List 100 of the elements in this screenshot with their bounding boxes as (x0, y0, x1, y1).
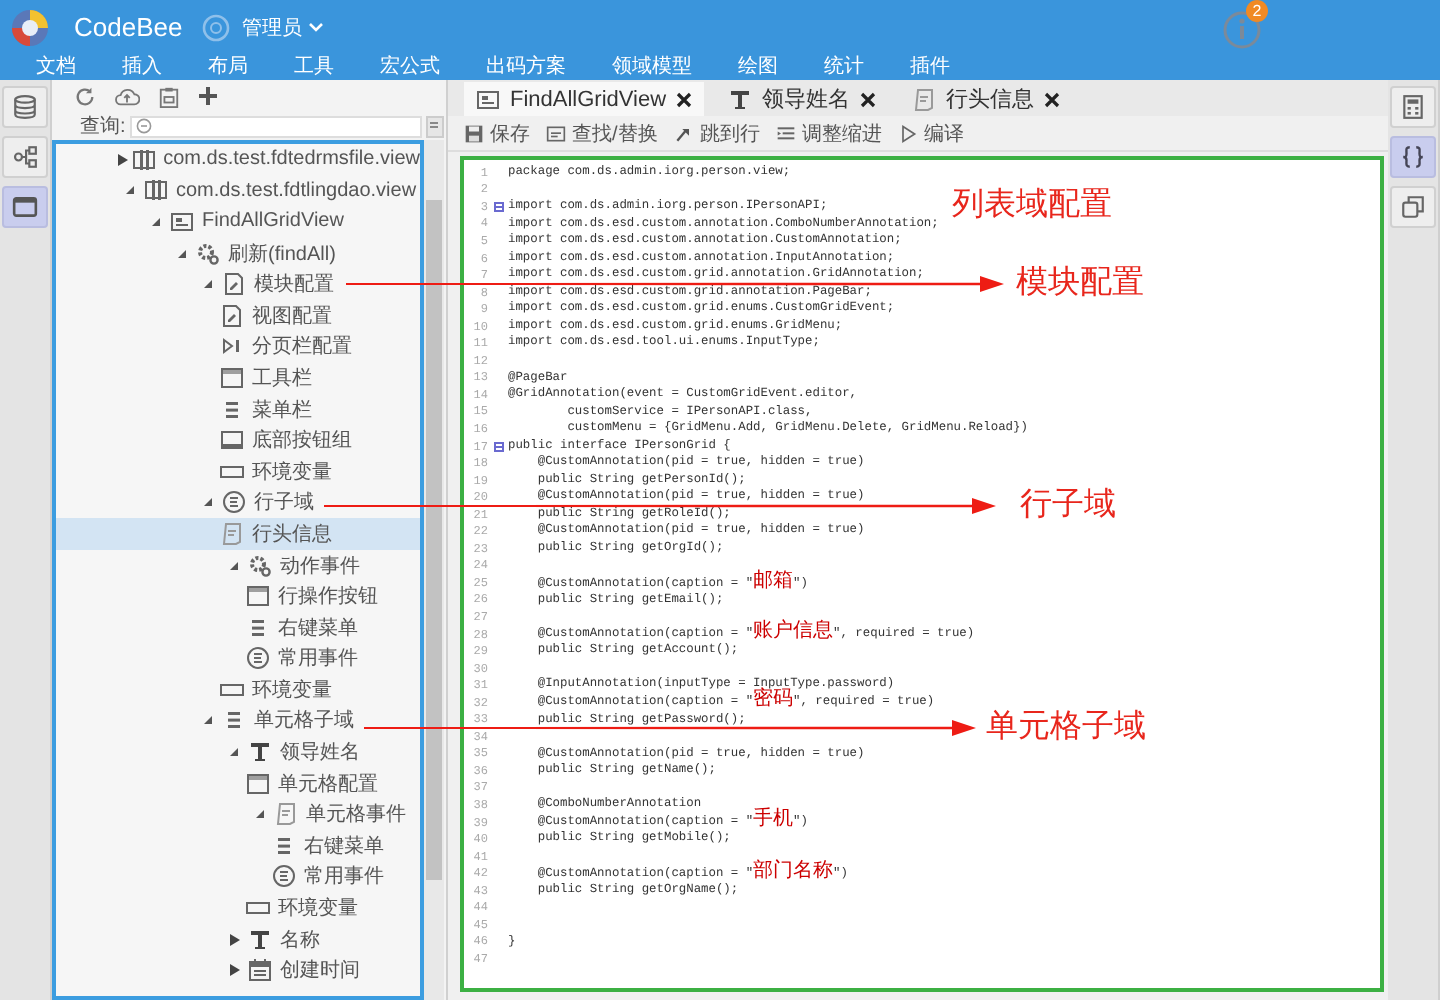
window-icon (246, 771, 270, 796)
close-icon[interactable] (860, 91, 877, 107)
tree-item[interactable]: com.ds.test.fdtedrmsfile.view (56, 144, 420, 176)
document-icon (220, 303, 244, 328)
tree-item[interactable]: 常用事件 (56, 643, 420, 675)
expanded-arrow-icon[interactable] (204, 280, 212, 289)
tree-item[interactable]: 右键菜单 (56, 830, 420, 862)
toolbar-button[interactable]: 保存 (464, 119, 530, 147)
tree-item[interactable]: 环境变量 (56, 674, 420, 706)
annotation-label: 模块配置 (1016, 264, 1144, 304)
tree-item[interactable]: 常用事件 (56, 861, 420, 893)
search-button[interactable] (425, 115, 444, 137)
expanded-arrow-icon[interactable] (178, 249, 186, 258)
editor-tab[interactable]: 领导姓名 (716, 82, 889, 116)
fold-icon[interactable] (493, 441, 503, 452)
circle-icon (222, 490, 246, 515)
tree-item[interactable]: 单元格子域 (56, 705, 420, 737)
tree-item[interactable]: 动作事件 (56, 549, 420, 581)
rail-button[interactable] (2, 186, 48, 228)
caret-icon[interactable] (308, 21, 325, 33)
expanded-arrow-icon[interactable] (152, 217, 160, 226)
list-icon (220, 397, 244, 422)
tree-item[interactable]: 领导姓名 (56, 736, 420, 768)
toolbar-button[interactable]: 调整缩进 (775, 119, 882, 147)
collapsed-arrow-icon[interactable] (229, 964, 239, 977)
annotation-label: 行子域 (1020, 486, 1116, 526)
collapsed-arrow-icon[interactable] (229, 933, 239, 946)
tree-item[interactable]: 行子域 (56, 487, 420, 519)
tree-item[interactable]: 单元格配置 (56, 767, 420, 799)
tree-item[interactable]: 创建时间 (56, 954, 420, 987)
logo-icon (10, 7, 50, 47)
package-icon (131, 147, 156, 172)
text-icon (248, 927, 272, 952)
collapsed-arrow-icon[interactable] (118, 153, 129, 166)
list-icon (246, 615, 270, 640)
cloud-upload-icon[interactable] (114, 85, 140, 107)
play-icon (897, 123, 918, 143)
tree-item[interactable]: 视图配置 (56, 299, 420, 332)
rail-button[interactable] (2, 86, 48, 128)
code-editor[interactable] (460, 156, 1384, 992)
rail-button[interactable] (1390, 186, 1436, 228)
annotation-label: 单元格子域 (986, 708, 1146, 748)
close-icon[interactable] (676, 91, 693, 107)
note-icon (912, 87, 937, 111)
tree-item[interactable]: 环境变量 (56, 455, 420, 488)
copy-icon (1400, 194, 1426, 220)
window-icon (220, 365, 244, 390)
toolbar-button[interactable]: 查找/替换 (546, 119, 658, 147)
clipboard-icon[interactable] (158, 85, 180, 107)
tree-item[interactable]: 行操作按钮 (56, 580, 420, 612)
circle-icon (272, 864, 296, 889)
expanded-arrow-icon[interactable] (256, 810, 264, 819)
rail-button[interactable] (2, 136, 48, 178)
indent-icon (775, 123, 796, 143)
search-field[interactable] (129, 115, 422, 137)
list-icon (222, 708, 246, 733)
text-icon (728, 87, 753, 111)
gear-icon (248, 553, 272, 578)
circle-icon (246, 646, 270, 671)
picture-frame-icon (476, 87, 500, 111)
tree-item[interactable]: com.ds.test.fdtlingdao.view (56, 175, 420, 207)
braces-icon (1400, 144, 1426, 170)
search-label: 查询: (80, 113, 126, 140)
toolbar-button[interactable]: 编译 (897, 119, 964, 147)
tree-item[interactable]: 右键菜单 (56, 611, 420, 643)
note-icon (274, 802, 298, 827)
picture-frame-icon (170, 209, 194, 234)
add-icon[interactable] (198, 86, 218, 106)
tree-item[interactable]: 名称 (56, 923, 420, 955)
expanded-arrow-icon[interactable] (204, 498, 212, 507)
database-icon (12, 94, 38, 120)
list-icon (428, 120, 441, 132)
editor-tab[interactable]: FindAllGridView (464, 82, 705, 116)
editor-tab[interactable]: 行头信息 (900, 82, 1073, 116)
close-icon[interactable] (1044, 91, 1061, 107)
scrollbar[interactable] (424, 140, 444, 1000)
tree-item[interactable]: 行头信息 (56, 518, 420, 550)
gear-icon (196, 241, 220, 266)
tree-item[interactable]: 环境变量 (56, 892, 420, 924)
expanded-arrow-icon[interactable] (230, 561, 238, 570)
tree-item[interactable]: 菜单栏 (56, 393, 420, 425)
rail-button[interactable] (1390, 136, 1436, 178)
list-icon (272, 833, 296, 858)
expanded-arrow-icon[interactable] (126, 186, 134, 195)
expanded-arrow-icon[interactable] (230, 748, 238, 757)
tree-item[interactable]: 工具栏 (56, 362, 420, 394)
tree-item[interactable]: 刷新(findAll) (56, 237, 420, 269)
tree-item[interactable]: 模块配置 (56, 268, 420, 300)
notification-badge: 2 (1246, 0, 1268, 21)
jump-arrow-icon (673, 123, 694, 143)
text-icon (248, 740, 272, 765)
tree-item[interactable]: 底部按钮组 (56, 424, 420, 456)
save-icon (464, 123, 484, 143)
toolbar-button[interactable]: 跳到行 (673, 119, 760, 147)
expanded-arrow-icon[interactable] (204, 716, 212, 725)
tree-item[interactable]: 分页栏配置 (56, 331, 420, 363)
rail-button[interactable] (1390, 86, 1436, 128)
tree-item[interactable]: FindAllGridView (56, 206, 420, 238)
fold-icon[interactable] (493, 201, 503, 212)
tree-item[interactable]: 单元格事件 (56, 798, 420, 831)
